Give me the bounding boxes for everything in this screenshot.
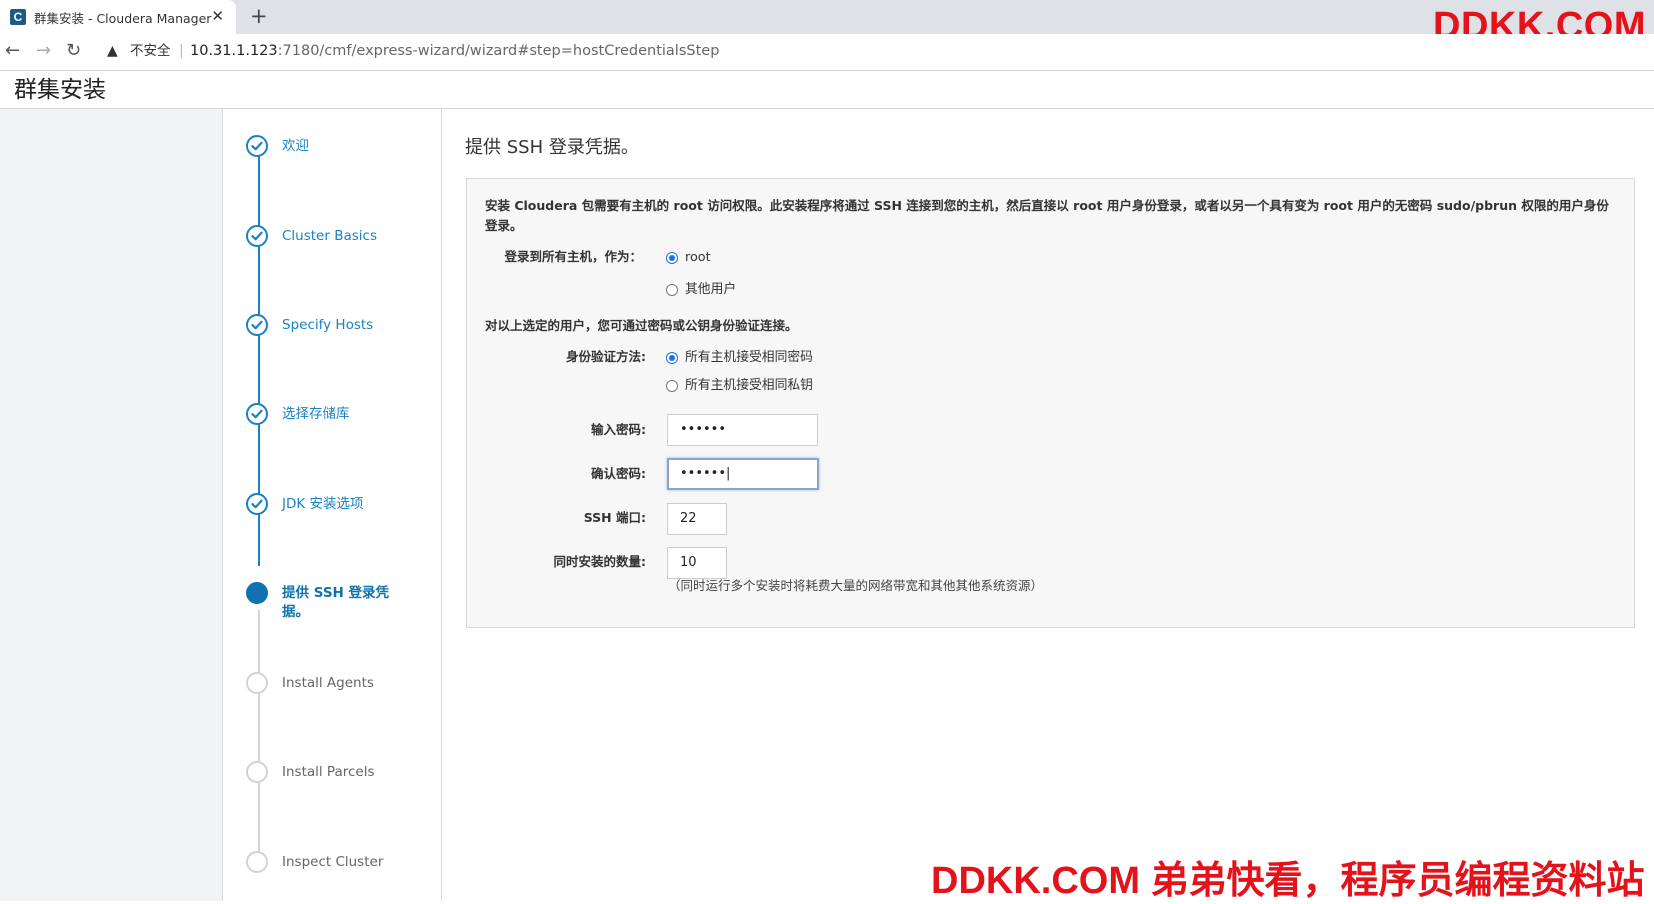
radio-label: 所有主机接受相同密码 bbox=[685, 350, 813, 365]
page-header: 群集安装 bbox=[0, 71, 1654, 109]
step-label: Install Agents bbox=[282, 675, 374, 691]
security-status[interactable]: 不安全 bbox=[130, 43, 171, 59]
url-separator: | bbox=[179, 43, 184, 59]
browser-tab[interactable]: C 群集安装 - Cloudera Manager ✕ bbox=[0, 0, 236, 34]
radio-auth-password[interactable]: 所有主机接受相同密码 bbox=[666, 349, 813, 367]
ssh-port-field[interactable]: 22 bbox=[667, 503, 727, 535]
step-pending-icon bbox=[246, 672, 268, 694]
parallel-installs-label: 同时安装的数量: bbox=[553, 554, 647, 569]
url-path: :7180/cmf/express-wizard/wizard#step=hos… bbox=[277, 43, 720, 59]
step-label: 提供 SSH 登录凭据。 bbox=[282, 585, 390, 620]
radio-unselected-icon bbox=[666, 380, 678, 392]
form-heading: 提供 SSH 登录凭据。 bbox=[465, 137, 639, 158]
step-active-icon bbox=[246, 582, 268, 604]
radio-login-root[interactable]: root bbox=[666, 249, 711, 267]
radio-login-other-user[interactable]: 其他用户 bbox=[666, 281, 736, 299]
confirm-password-field[interactable]: ••••••| bbox=[667, 458, 819, 490]
forward-arrow-icon[interactable]: → bbox=[36, 41, 51, 61]
url-host: 10.31.1.123 bbox=[190, 43, 278, 59]
step-label: Inspect Cluster bbox=[282, 854, 384, 870]
tab-title: 群集安装 - Cloudera Manager bbox=[34, 10, 212, 26]
page-title: 群集安装 bbox=[14, 77, 106, 103]
password-field[interactable]: •••••• bbox=[667, 414, 818, 446]
left-gutter bbox=[0, 109, 223, 901]
warning-icon[interactable]: ▲ bbox=[107, 43, 118, 59]
radio-selected-icon bbox=[666, 252, 678, 264]
step-done-check-icon bbox=[246, 403, 268, 425]
parallel-installs-field[interactable]: 10 bbox=[667, 547, 727, 579]
step-label: Cluster Basics bbox=[282, 228, 377, 244]
confirm-password-label: 确认密码: bbox=[591, 466, 646, 481]
login-as-label: 登录到所有主机，作为： bbox=[504, 249, 642, 264]
address-bar: ← → ↻ ▲ 不安全 | 10.31.1.123:7180/cmf/expre… bbox=[0, 34, 1654, 71]
watermark-bottom: DDKK.COM 弟弟快看，程序员编程资料站 bbox=[931, 860, 1645, 902]
radio-label: 其他用户 bbox=[685, 282, 737, 297]
radio-label: root bbox=[685, 250, 711, 265]
radio-label: 所有主机接受相同私钥 bbox=[685, 378, 813, 393]
back-arrow-icon[interactable]: ← bbox=[5, 41, 20, 61]
reload-icon[interactable]: ↻ bbox=[66, 41, 81, 61]
auth-method-label: 身份验证方法: bbox=[566, 349, 646, 364]
new-tab-icon[interactable]: + bbox=[250, 4, 268, 28]
step-done-check-icon bbox=[246, 493, 268, 515]
auth-intro-text: 对以上选定的用户，您可通过密码或公钥身份验证连接。 bbox=[485, 318, 798, 333]
step-done-check-icon bbox=[246, 135, 268, 157]
step-done-check-icon bbox=[246, 225, 268, 247]
browser-tab-bar: C 群集安装 - Cloudera Manager ✕ + bbox=[0, 0, 1654, 34]
step-label: Specify Hosts bbox=[282, 317, 374, 333]
step-label: 选择存储库 bbox=[282, 406, 350, 422]
radio-unselected-icon bbox=[666, 284, 678, 296]
radio-auth-private-key[interactable]: 所有主机接受相同私钥 bbox=[666, 377, 813, 395]
step-label: 欢迎 bbox=[282, 138, 309, 154]
form-description: 安装 Cloudera 包需要有主机的 root 访问权限。此安装程序将通过 S… bbox=[485, 198, 1609, 233]
url-field[interactable]: 10.31.1.123:7180/cmf/express-wizard/wiza… bbox=[190, 43, 719, 59]
parallel-installs-hint: （同时运行多个安装时将耗费大量的网络带宽和其他其他系统资源） bbox=[668, 578, 1044, 593]
steps-connector-todo bbox=[258, 610, 260, 860]
step-pending-icon bbox=[246, 761, 268, 783]
step-label: JDK 安装选项 bbox=[282, 496, 364, 512]
ssh-port-label: SSH 端口: bbox=[583, 510, 646, 525]
cloudera-favicon-icon: C bbox=[10, 9, 26, 25]
step-pending-icon bbox=[246, 851, 268, 873]
close-tab-icon[interactable]: ✕ bbox=[211, 8, 224, 24]
step-done-check-icon bbox=[246, 314, 268, 336]
step-label: Install Parcels bbox=[282, 764, 375, 780]
radio-selected-icon bbox=[666, 352, 678, 364]
password-label: 输入密码: bbox=[591, 422, 646, 437]
